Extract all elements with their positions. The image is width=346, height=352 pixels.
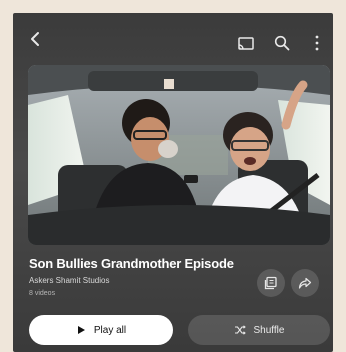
top-app-bar: [13, 13, 333, 63]
share-icon: [298, 277, 312, 289]
playlist-title: Son Bullies Grandmother Episode: [29, 256, 234, 271]
shuffle-icon: [234, 325, 246, 335]
share-button[interactable]: [291, 269, 319, 297]
play-icon: [77, 326, 85, 334]
playlist-panel: Son Bullies Grandmother Episode Askers S…: [13, 13, 333, 352]
shuffle-button[interactable]: Shuffle: [188, 315, 330, 345]
save-to-library-button[interactable]: [257, 269, 285, 297]
playlist-thumbnail[interactable]: [28, 65, 330, 245]
save-to-library-icon: [264, 276, 277, 290]
more-vertical-icon[interactable]: [313, 34, 321, 52]
channel-name[interactable]: Askers Shamit Studios: [29, 276, 109, 285]
video-count: 8 videos: [29, 290, 56, 297]
back-arrow-icon[interactable]: [27, 30, 45, 48]
search-icon[interactable]: [273, 34, 291, 52]
cast-icon[interactable]: [237, 36, 255, 52]
play-all-button[interactable]: Play all: [29, 315, 173, 345]
shuffle-label: Shuffle: [253, 324, 285, 336]
play-all-label: Play all: [93, 324, 127, 336]
